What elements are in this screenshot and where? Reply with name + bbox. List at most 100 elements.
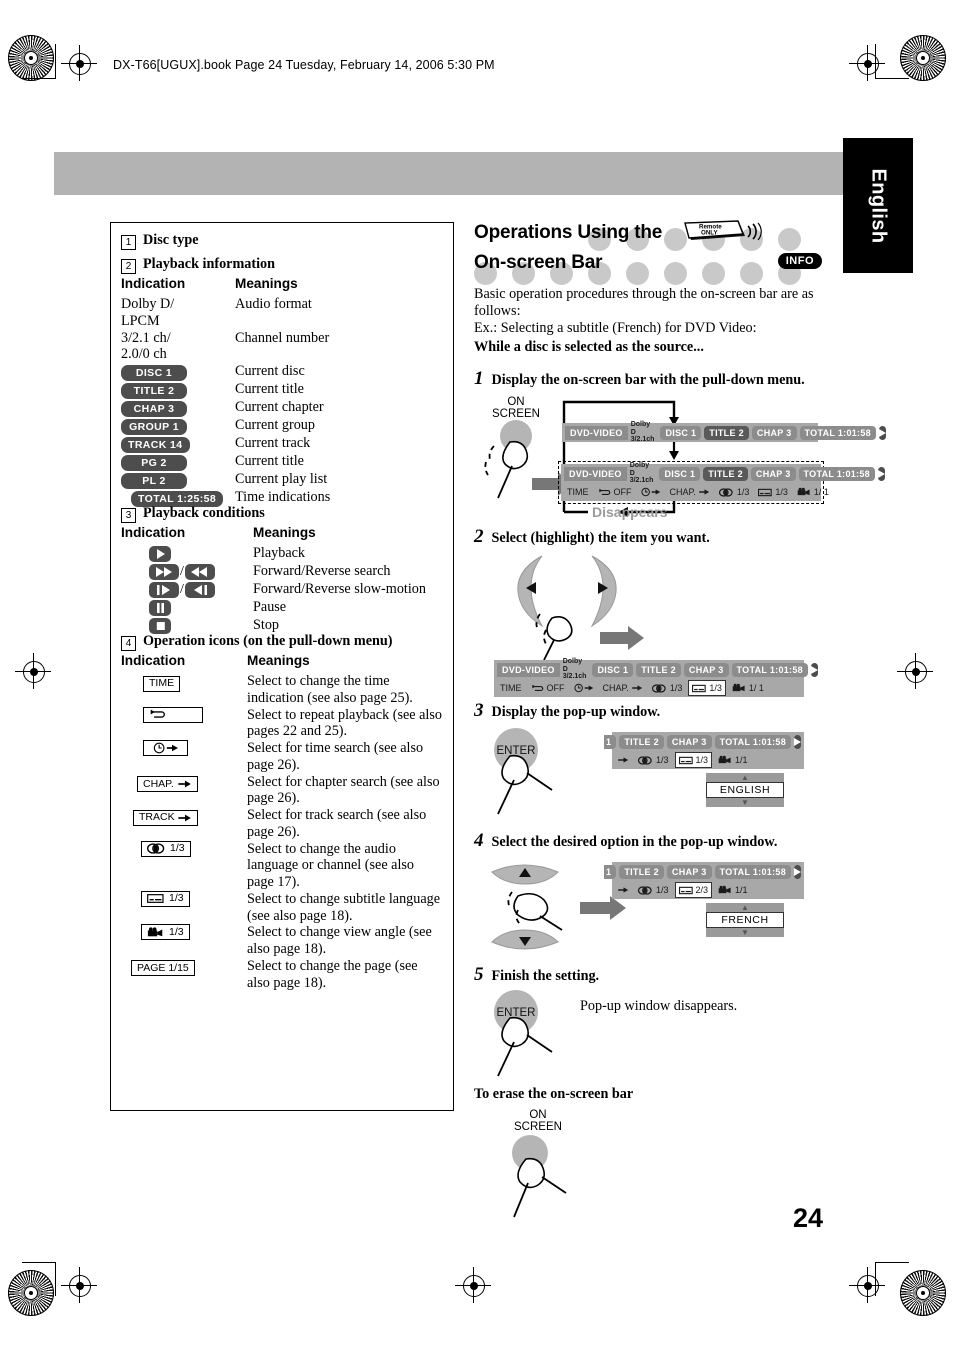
- menu-angle-value: 1/1: [735, 755, 748, 766]
- popup-scroll-down-arrow[interactable]: ▼: [706, 928, 784, 938]
- language-tab-label: English: [867, 167, 890, 244]
- menu-audio-item[interactable]: 1/3: [635, 883, 672, 897]
- step-text: Display the on-screen bar with the pull-…: [491, 372, 805, 389]
- menu-chapter-item[interactable]: CHAP.: [600, 681, 646, 695]
- popup-option-value[interactable]: FRENCH: [706, 912, 784, 929]
- osd-bar-expanded-highlight: DVD-VIDEO Dolby D 3/2.1ch DISC 1 TITLE 2…: [558, 461, 885, 505]
- osd-pulldown-row: TIME OFF CHAP. 1/3 1/3 1/ 1: [561, 483, 829, 501]
- menu-repeat-item[interactable]: OFF: [528, 681, 568, 695]
- meaning-cell: Current title: [235, 381, 304, 397]
- legend-section-1: 1 Disc type: [121, 232, 443, 250]
- step-text: Select the desired option in the pop-up …: [491, 834, 778, 851]
- disc-indicator: DISC 1: [592, 662, 634, 677]
- step-2: 2 Select (highlight) the item you want.: [474, 526, 822, 548]
- step-4-figure: 1 TITLE 2 CHAP 3 TOTAL 1:01:58 1/3 2/3 1…: [474, 856, 822, 960]
- menu-angle-item[interactable]: 1/ 1: [794, 485, 832, 499]
- audio-language-icon: 1/3: [141, 840, 191, 857]
- menu-time-search-item[interactable]: [571, 681, 597, 695]
- table-row: CHAP. Select for chapter search (see als…: [121, 774, 443, 808]
- popup-scroll-up-arrow[interactable]: ▲: [706, 903, 784, 913]
- indication-text: Dolby D/LPCM: [121, 296, 175, 329]
- menu-chapter-arrow-partial[interactable]: [615, 883, 632, 897]
- column-header-indication: Indication: [121, 525, 186, 540]
- popup-scroll-down-arrow[interactable]: ▼: [706, 798, 784, 808]
- table-row: TRACK Select for track search (see also …: [121, 807, 443, 841]
- time-search-icon: [143, 740, 188, 756]
- on-screen-button-label: ON SCREEN: [492, 396, 540, 420]
- crosshair-top-left: [61, 45, 97, 81]
- menu-audio-item[interactable]: 1/3: [716, 485, 753, 499]
- meaning-cell: Pause: [253, 599, 287, 615]
- table-row: Playback: [121, 545, 443, 563]
- menu-repeat-item[interactable]: OFF: [595, 485, 635, 499]
- step-4: 4 Select the desired option in the pop-u…: [474, 830, 822, 852]
- disc-indicator-partial: 1: [604, 734, 617, 749]
- table-row: TITLE 2 Current title: [121, 381, 443, 399]
- menu-time-search-item[interactable]: [638, 485, 664, 499]
- section-number-badge: 1: [121, 235, 136, 250]
- step-text: Finish the setting.: [491, 968, 600, 985]
- playback-information-table: Indication Meanings Dolby D/LPCM Audio f…: [121, 276, 443, 507]
- menu-subtitle-item-highlighted[interactable]: 1/3: [688, 680, 726, 697]
- repeat-icon: [143, 706, 203, 723]
- on-screen-button-label: ON SCREEN: [514, 1109, 562, 1133]
- menu-repeat-value: OFF: [546, 683, 565, 694]
- meaning-cell: Playback: [253, 545, 306, 561]
- registration-mark-bottom-right: [900, 1270, 946, 1316]
- indication-cell: /: [121, 563, 253, 581]
- crosshair-mid-right: [897, 653, 933, 689]
- menu-time-item[interactable]: TIME: [497, 681, 525, 695]
- on-screen-label-line1: ON: [507, 396, 525, 409]
- cursor-left-right-illustration: [517, 555, 644, 661]
- indication-cell: [121, 545, 253, 563]
- view-angle-icon: 1/3: [141, 924, 190, 941]
- menu-subtitle-item[interactable]: 1/3: [755, 485, 791, 499]
- legend-section-4: 4 Operation icons (on the pull-down menu…: [121, 633, 443, 651]
- menu-subtitle-item-highlighted[interactable]: 2/3: [674, 882, 713, 899]
- menu-subtitle-item-highlighted[interactable]: 1/3: [674, 752, 713, 769]
- table-header-row: Indication Meanings: [121, 653, 443, 673]
- menu-time-item[interactable]: TIME: [564, 485, 592, 499]
- indication-cell: 1/3: [121, 924, 247, 958]
- menu-audio-item[interactable]: 1/3: [635, 753, 672, 767]
- menu-audio-value: 1/3: [656, 885, 669, 896]
- section-heading-line2: On-screen Bar: [474, 252, 603, 273]
- menu-angle-item[interactable]: 1/1: [715, 883, 751, 897]
- table-row: PAGE 1/15 Select to change the page (see…: [121, 958, 443, 992]
- menu-subtitle-value: 1/3: [775, 487, 788, 498]
- title-indicator: TITLE 2: [703, 466, 748, 481]
- disc-type-tag: DVD-VIDEO: [497, 662, 560, 677]
- popup-option-value[interactable]: ENGLISH: [706, 782, 784, 799]
- menu-chapter-arrow-partial[interactable]: [615, 753, 632, 767]
- menu-subtitle-value: 2/3: [695, 885, 709, 896]
- step-number: 2: [474, 526, 484, 548]
- meaning-cell: Audio format: [235, 296, 312, 312]
- popup-scroll-up-arrow[interactable]: ▲: [706, 773, 784, 783]
- meaning-cell: Forward/Reverse slow-motion: [253, 581, 426, 597]
- chapter-chip: CHAP 3: [121, 401, 187, 417]
- registration-mark-top-left: [8, 35, 54, 81]
- section-heading-line1: Operations Using the: [474, 222, 663, 243]
- section-number-badge: 3: [121, 508, 136, 523]
- osd-bar-collapsed: DVD-VIDEO Dolby D 3/2.1ch DISC 1 TITLE 2…: [562, 421, 886, 443]
- meaning-cell: Channel number: [235, 329, 330, 346]
- table-row: Select for time search (see also page 26…: [121, 740, 443, 774]
- menu-angle-item[interactable]: 1/1: [715, 753, 751, 767]
- menu-audio-item[interactable]: 1/3: [649, 681, 686, 695]
- menu-angle-value: 1/ 1: [748, 683, 764, 694]
- menu-chapter-item[interactable]: CHAP.: [667, 485, 713, 499]
- total-time-indicator: TOTAL 1:01:58: [714, 864, 791, 879]
- on-screen-label-line2: SCREEN: [492, 408, 540, 421]
- play-status-icon: [877, 466, 885, 481]
- step-2-figure: DVD-VIDEO Dolby D 3/2.1ch DISC 1 TITLE 2…: [474, 550, 822, 698]
- registration-mark-bottom-left: [8, 1270, 54, 1316]
- header-gray-band: [54, 152, 876, 195]
- right-column: Operations Using the On-screen Bar Remot…: [474, 218, 886, 1219]
- disc-type-tag: DVD-VIDEO: [565, 425, 628, 440]
- table-row: Pause: [121, 599, 443, 617]
- osd-pulldown-row: TIME OFF CHAP. 1/3 1/3 1/ 1: [494, 679, 804, 697]
- disc-indicator: DISC 1: [659, 466, 701, 481]
- table-row: CHAP 3 Current chapter: [121, 399, 443, 417]
- audio-format-line1: Dolby D: [629, 462, 650, 477]
- menu-angle-item[interactable]: 1/ 1: [729, 681, 767, 695]
